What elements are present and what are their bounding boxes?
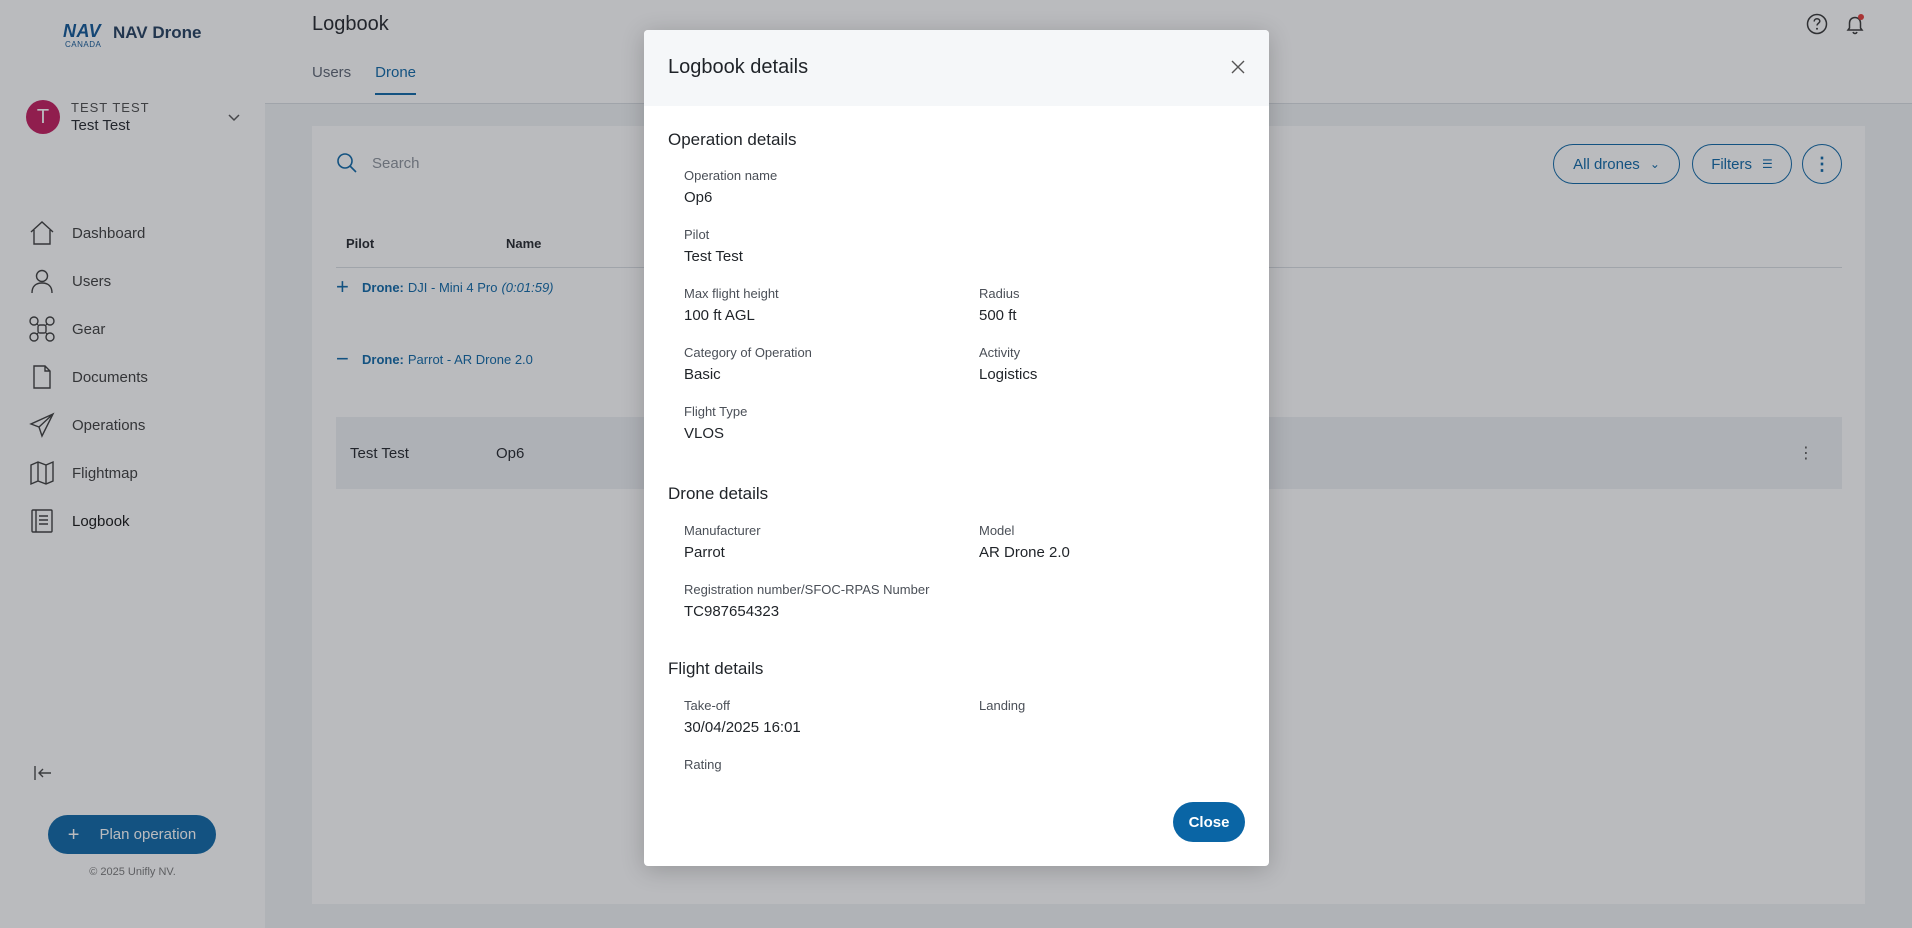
drone-details-title: Drone details [668, 484, 769, 503]
field-label: Operation name [684, 168, 778, 183]
field-label: Category of Operation [684, 345, 812, 360]
modal-backdrop[interactable]: Logbook details Operation details Operat… [0, 0, 1912, 928]
field-label: Pilot [684, 227, 710, 242]
field-label: Take-off [684, 698, 731, 713]
field-value: AR Drone 2.0 [979, 544, 1070, 561]
field-registration: Registration number/SFOC-RPAS Number TC9… [684, 582, 929, 620]
field-radius: Radius 500 ft [979, 286, 1019, 324]
field-rating: Rating [684, 757, 722, 772]
field-takeoff: Take-off 30/04/2025 16:01 [684, 698, 801, 736]
field-value: Parrot [684, 544, 725, 561]
close-icon[interactable] [1229, 58, 1247, 76]
modal-header: Logbook details [644, 30, 1269, 106]
field-label: Rating [684, 757, 722, 772]
field-label: Radius [979, 286, 1020, 301]
field-label: Registration number/SFOC-RPAS Number [684, 582, 930, 597]
field-label: Manufacturer [684, 523, 761, 538]
modal-title: Logbook details [668, 56, 809, 78]
field-category: Category of Operation Basic [684, 345, 812, 383]
field-value: 30/04/2025 16:01 [684, 719, 801, 736]
field-model: Model AR Drone 2.0 [979, 523, 1070, 561]
flight-details-title: Flight details [668, 659, 764, 678]
close-button[interactable]: Close [1173, 802, 1245, 842]
field-value: 500 ft [979, 307, 1017, 324]
operation-details-title: Operation details [668, 130, 797, 149]
field-value: Test Test [684, 248, 743, 265]
field-landing: Landing [979, 698, 1025, 713]
field-operation-name: Operation name Op6 [684, 168, 777, 206]
field-max-flight-height: Max flight height 100 ft AGL [684, 286, 779, 324]
field-value: Logistics [979, 366, 1038, 383]
field-value: TC987654323 [684, 603, 780, 620]
field-label: Model [979, 523, 1015, 538]
field-activity: Activity Logistics [979, 345, 1037, 383]
field-label: Landing [979, 698, 1026, 713]
field-value: VLOS [684, 425, 725, 442]
field-label: Flight Type [684, 404, 748, 419]
field-manufacturer: Manufacturer Parrot [684, 523, 761, 561]
field-label: Max flight height [684, 286, 779, 301]
field-flight-type: Flight Type VLOS [684, 404, 747, 442]
field-label: Activity [979, 345, 1021, 360]
field-value: 100 ft AGL [684, 307, 755, 324]
field-value: Op6 [684, 189, 713, 206]
field-value: Basic [684, 366, 721, 383]
field-pilot: Pilot Test Test [684, 227, 743, 265]
logbook-details-modal: Logbook details Operation details Operat… [644, 30, 1269, 866]
